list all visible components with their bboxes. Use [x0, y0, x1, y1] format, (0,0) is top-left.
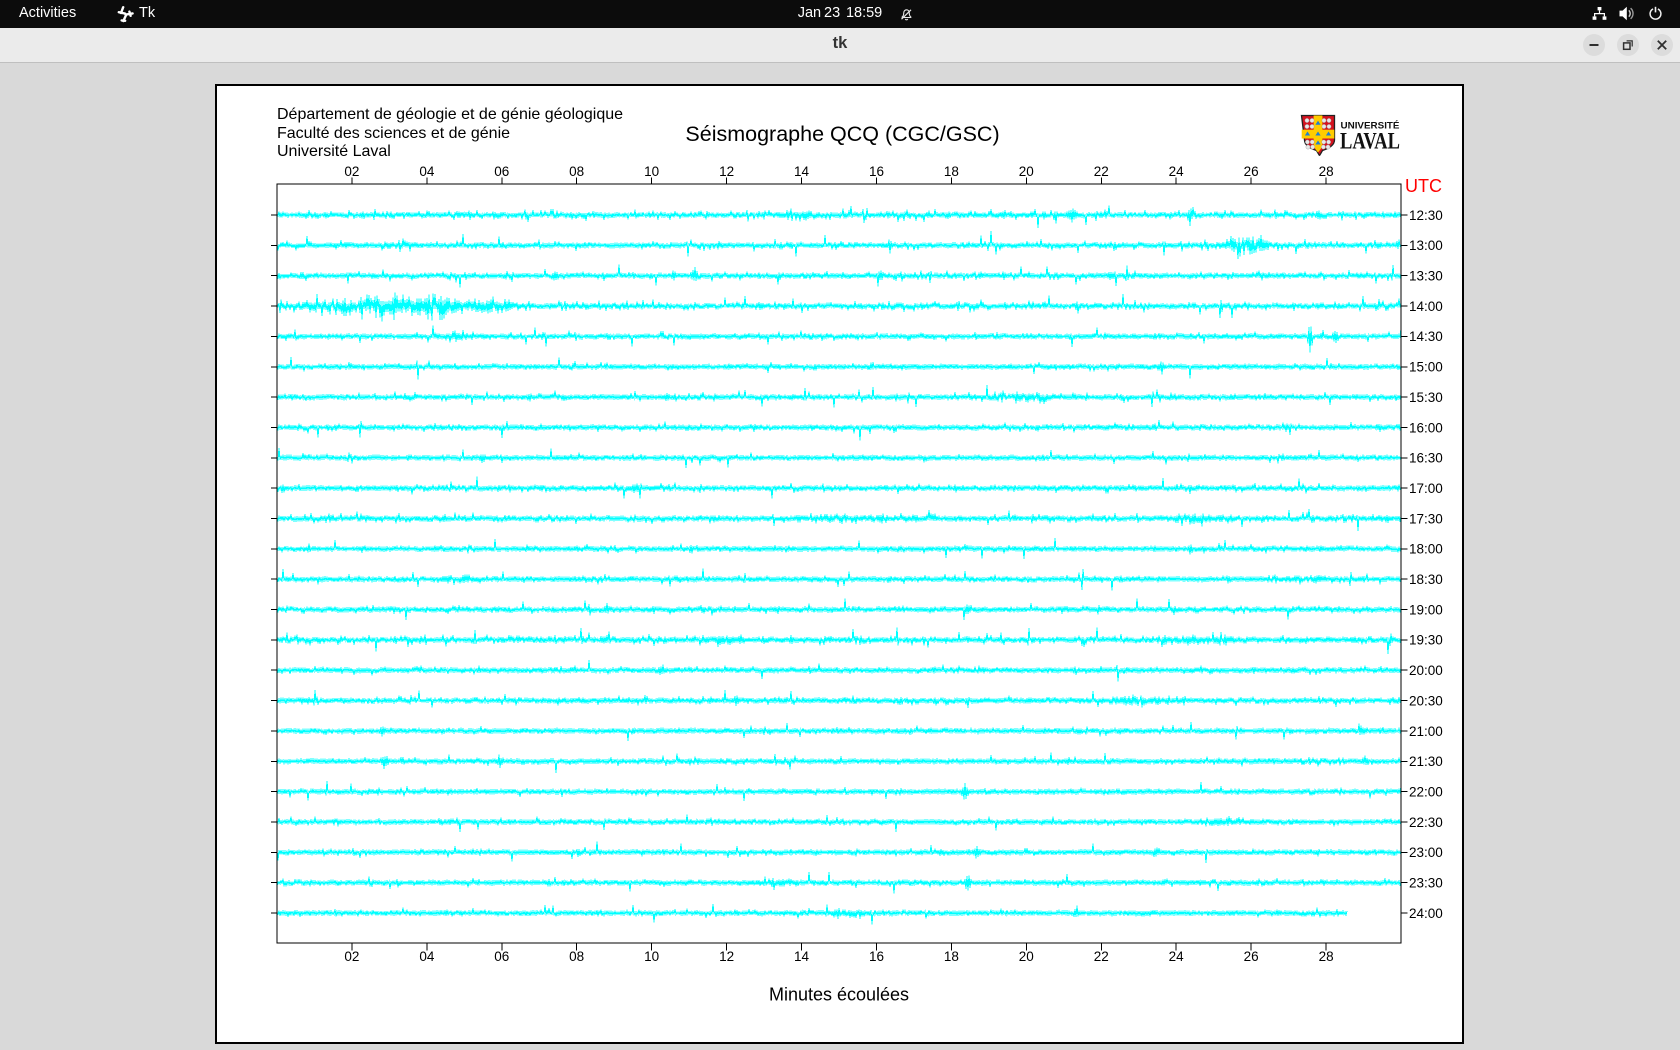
svg-text:13:30: 13:30 — [1409, 269, 1443, 284]
svg-text:12:30: 12:30 — [1409, 208, 1443, 223]
svg-text:19:00: 19:00 — [1409, 602, 1443, 617]
svg-text:02: 02 — [344, 949, 359, 964]
svg-text:16: 16 — [869, 164, 884, 179]
svg-text:17:30: 17:30 — [1409, 511, 1443, 526]
svg-text:16:00: 16:00 — [1409, 420, 1443, 435]
svg-text:17:00: 17:00 — [1409, 481, 1443, 496]
svg-text:18:30: 18:30 — [1409, 572, 1443, 587]
svg-text:08: 08 — [569, 949, 584, 964]
svg-text:26: 26 — [1244, 164, 1259, 179]
svg-text:16: 16 — [869, 949, 884, 964]
svg-text:24: 24 — [1169, 949, 1185, 964]
svg-text:24:00: 24:00 — [1409, 906, 1443, 921]
svg-text:14:30: 14:30 — [1409, 329, 1443, 344]
svg-text:21:00: 21:00 — [1409, 724, 1443, 739]
svg-text:Minutes écoulées: Minutes écoulées — [769, 985, 909, 1005]
svg-text:22:30: 22:30 — [1409, 815, 1443, 830]
svg-text:18: 18 — [944, 949, 959, 964]
svg-text:20:30: 20:30 — [1409, 693, 1443, 708]
svg-text:15:00: 15:00 — [1409, 360, 1443, 375]
svg-text:21:30: 21:30 — [1409, 754, 1443, 769]
svg-text:20:00: 20:00 — [1409, 663, 1443, 678]
svg-text:18: 18 — [944, 164, 959, 179]
svg-text:10: 10 — [644, 949, 659, 964]
svg-text:13:00: 13:00 — [1409, 238, 1443, 253]
svg-text:12: 12 — [719, 164, 734, 179]
svg-text:28: 28 — [1319, 949, 1334, 964]
svg-text:18:00: 18:00 — [1409, 542, 1443, 557]
svg-text:22: 22 — [1094, 164, 1109, 179]
svg-text:24: 24 — [1169, 164, 1185, 179]
svg-text:14: 14 — [794, 164, 810, 179]
svg-text:06: 06 — [494, 949, 509, 964]
svg-text:UTC: UTC — [1405, 176, 1442, 196]
svg-text:22: 22 — [1094, 949, 1109, 964]
svg-text:12: 12 — [719, 949, 734, 964]
svg-text:14: 14 — [794, 949, 810, 964]
svg-text:08: 08 — [569, 164, 584, 179]
svg-text:23:00: 23:00 — [1409, 845, 1443, 860]
svg-text:23:30: 23:30 — [1409, 876, 1443, 891]
svg-text:19:30: 19:30 — [1409, 633, 1443, 648]
svg-text:02: 02 — [344, 164, 359, 179]
svg-text:04: 04 — [419, 164, 435, 179]
svg-text:22:00: 22:00 — [1409, 784, 1443, 799]
svg-text:14:00: 14:00 — [1409, 299, 1443, 314]
svg-text:04: 04 — [419, 949, 435, 964]
svg-text:10: 10 — [644, 164, 659, 179]
svg-text:26: 26 — [1244, 949, 1259, 964]
svg-text:20: 20 — [1019, 949, 1034, 964]
svg-text:16:30: 16:30 — [1409, 451, 1443, 466]
svg-text:06: 06 — [494, 164, 509, 179]
svg-text:20: 20 — [1019, 164, 1034, 179]
svg-text:15:30: 15:30 — [1409, 390, 1443, 405]
svg-text:28: 28 — [1319, 164, 1334, 179]
